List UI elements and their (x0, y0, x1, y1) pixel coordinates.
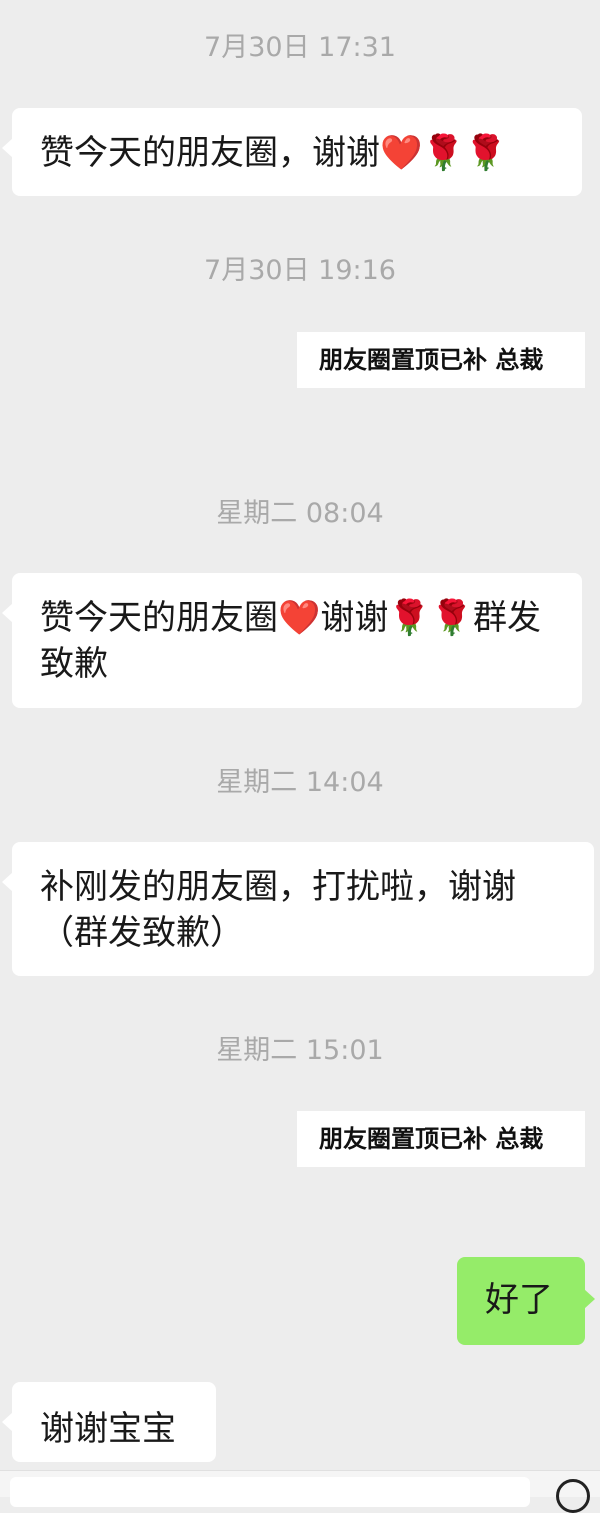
incoming-message[interactable]: 赞今天的朋友圈❤️谢谢🌹🌹群发致歉 (2, 573, 582, 708)
message-input[interactable] (10, 1477, 530, 1507)
timestamp: 星期二 14:04 (216, 767, 384, 798)
sticker-message[interactable]: 朋友圈置顶已补 总裁 (297, 1111, 585, 1167)
message-text: 好了 (485, 1280, 553, 1320)
message-text: 谢谢宝宝 (40, 1409, 176, 1449)
timestamp: 星期二 08:04 (216, 498, 384, 529)
timestamp: 7月30日 17:31 (204, 32, 396, 63)
chat-area: 7月30日 17:31 赞今天的朋友圈，谢谢❤️🌹🌹 7月30日 19:16 朋… (0, 0, 600, 1496)
outgoing-message[interactable]: 好了 (457, 1257, 595, 1345)
input-bar (0, 1470, 600, 1513)
incoming-message[interactable]: 补刚发的朋友圈，打扰啦，谢谢（群发致歉） (2, 842, 594, 976)
timestamp: 7月30日 19:16 (204, 255, 396, 286)
timestamp: 星期二 15:01 (216, 1035, 384, 1066)
incoming-message[interactable]: 赞今天的朋友圈，谢谢❤️🌹🌹 (2, 108, 582, 196)
sticker-message[interactable]: 朋友圈置顶已补 总裁 (297, 332, 585, 388)
sticker-text: 朋友圈置顶已补 总裁 (319, 346, 544, 374)
incoming-message[interactable]: 谢谢宝宝 (2, 1382, 216, 1462)
emoji-icon[interactable] (556, 1479, 590, 1513)
message-text: 补刚发的朋友圈，打扰啦，谢谢（群发致歉） (40, 867, 516, 953)
message-text: 赞今天的朋友圈❤️谢谢🌹🌹群发致歉 (40, 598, 542, 684)
sticker-text: 朋友圈置顶已补 总裁 (319, 1125, 544, 1153)
message-text: 赞今天的朋友圈，谢谢❤️🌹🌹 (40, 133, 508, 173)
